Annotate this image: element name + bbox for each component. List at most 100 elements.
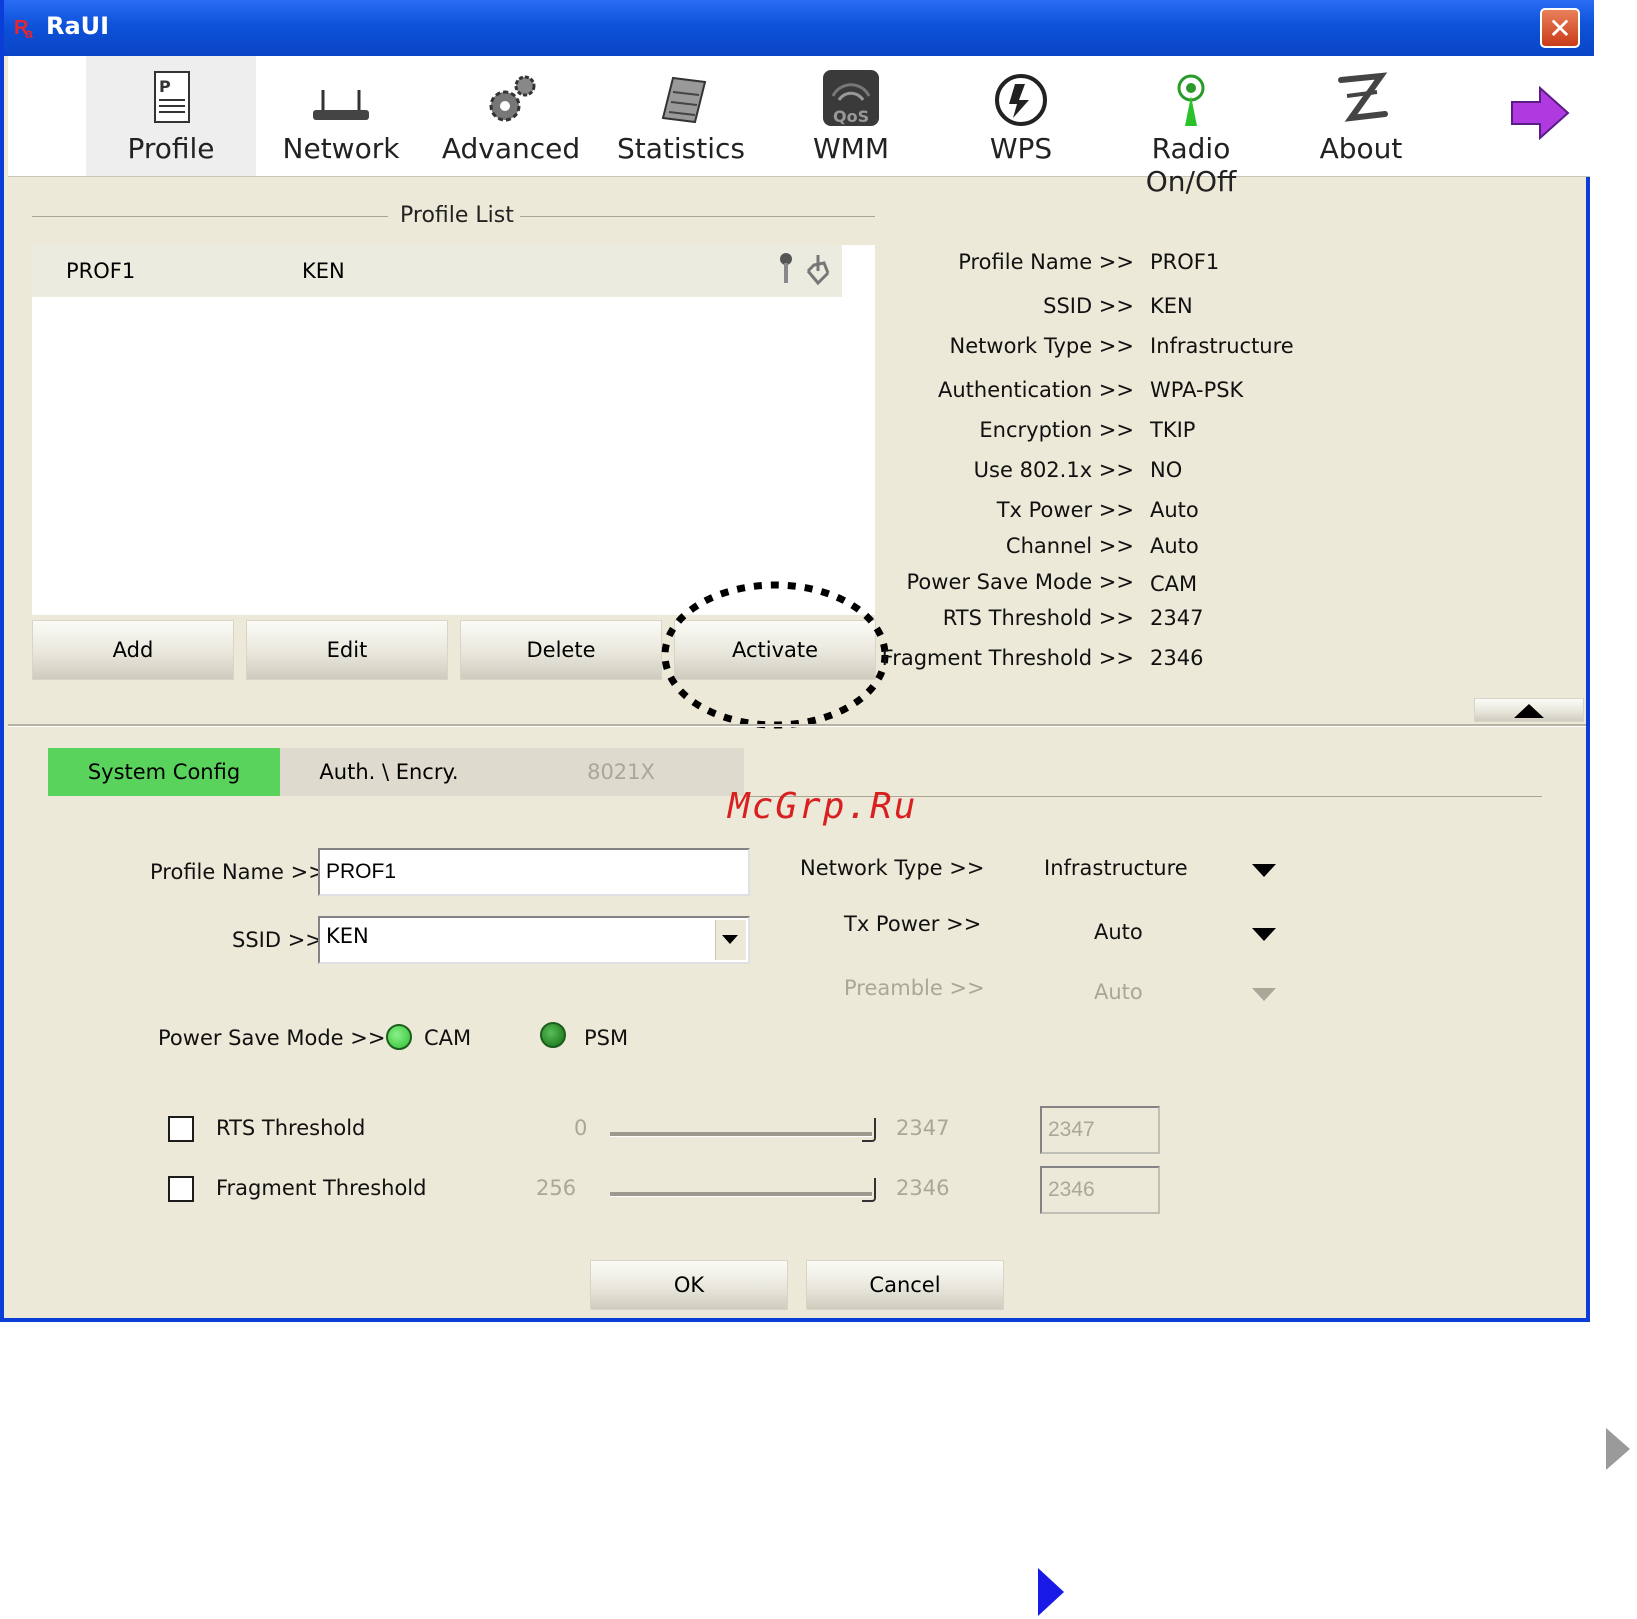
toolbar-network-label: Network — [282, 132, 400, 165]
title-bar: R a RaUI ✕ — [4, 0, 1594, 56]
watermark: McGrp.Ru — [728, 786, 918, 827]
toolbar-profile-label: Profile — [127, 132, 215, 165]
detail-label: Encryption >> — [979, 418, 1134, 442]
preamble-label: Preamble >> — [844, 976, 985, 1000]
ssid-label: SSID >> — [232, 928, 323, 952]
play-arrow-icon[interactable] — [1034, 1566, 1066, 1618]
wmm-qos-icon: QoS — [823, 70, 879, 126]
rts-slider[interactable] — [610, 1132, 872, 1137]
rts-threshold-label: RTS Threshold — [216, 1116, 366, 1140]
key-icon — [780, 253, 792, 283]
ssid-combobox[interactable]: KEN — [318, 916, 750, 964]
detail-label: Authentication >> — [937, 378, 1134, 402]
list-item-profile: PROF1 — [66, 259, 136, 283]
delete-button[interactable]: Delete — [460, 620, 662, 680]
collapse-button[interactable] — [1474, 698, 1584, 722]
toolbar-profile[interactable]: P Profile — [86, 56, 256, 176]
profile-list-rule-left — [32, 216, 388, 217]
toolbar-wmm[interactable]: QoS WMM — [766, 56, 936, 176]
cam-radio[interactable] — [386, 1024, 412, 1050]
svg-text:a: a — [25, 25, 33, 40]
detail-label: Power Save Mode >> — [906, 570, 1134, 594]
preamble-value: Auto — [1094, 980, 1143, 1004]
psm-radio[interactable] — [540, 1022, 566, 1048]
toolbar-radio-on-off[interactable]: Radio On/Off — [1106, 56, 1276, 198]
detail-value: 2347 — [1150, 606, 1204, 630]
section-divider — [8, 724, 1586, 727]
fragment-min-label: 256 — [536, 1176, 577, 1200]
ssid-dropdown-button[interactable] — [715, 920, 746, 960]
detail-label: Tx Power >> — [996, 498, 1134, 522]
profile-name-field[interactable] — [318, 848, 750, 896]
tab-auth-encry[interactable]: Auth. \ Encry. — [280, 748, 498, 796]
app-logo-icon: R a — [14, 17, 33, 40]
about-icon — [1338, 72, 1388, 122]
toolbar-about-label: About — [1319, 132, 1403, 165]
edit-button[interactable]: Edit — [246, 620, 448, 680]
rts-slider-thumb[interactable] — [862, 1118, 876, 1142]
toolbar-network[interactable]: Network — [256, 56, 426, 176]
svg-text:P: P — [159, 77, 171, 96]
detail-value: TKIP — [1150, 418, 1196, 442]
detail-label: Use 802.1x >> — [973, 458, 1134, 482]
detail-value: 2346 — [1150, 646, 1204, 670]
detail-value: CAM — [1150, 572, 1198, 596]
fragment-max-label: 2346 — [896, 1176, 950, 1200]
toolbar-advanced-label: Advanced — [441, 132, 581, 165]
rts-value-field[interactable] — [1040, 1106, 1160, 1154]
fragment-value-field[interactable] — [1040, 1166, 1160, 1214]
detail-value: Infrastructure — [1150, 334, 1294, 358]
wps-icon — [995, 74, 1047, 126]
profile-name-label: Profile Name >> — [150, 860, 326, 884]
preamble-select[interactable]: Auto — [1040, 972, 1280, 1012]
fragment-slider[interactable] — [610, 1192, 872, 1197]
network-icon — [313, 90, 369, 120]
toolbar-radio-label: Radio On/Off — [1145, 132, 1237, 198]
window-title: RaUI — [46, 12, 110, 40]
network-type-label: Network Type >> — [800, 856, 985, 880]
detail-label: SSID >> — [1043, 294, 1134, 318]
main-toolbar: P Profile Network Advanced Statistics Qo… — [8, 56, 1590, 198]
close-button[interactable]: ✕ — [1540, 8, 1580, 48]
tab-8021x[interactable]: 8021X — [498, 748, 744, 796]
highlight-circle — [661, 581, 889, 729]
arrow-right-icon[interactable] — [1510, 84, 1572, 142]
tx-power-select[interactable]: Auto — [1040, 912, 1280, 952]
network-type-select[interactable]: Infrastructure — [1040, 848, 1280, 888]
tx-power-label: Tx Power >> — [844, 912, 982, 936]
ssid-value: KEN — [326, 924, 369, 948]
detail-label: RTS Threshold >> — [942, 606, 1134, 630]
next-page-arrow-icon[interactable] — [1602, 1424, 1634, 1474]
advanced-icon — [489, 75, 536, 122]
fragment-slider-thumb[interactable] — [862, 1178, 876, 1202]
profile-list[interactable]: PROF1 KEN — [32, 245, 875, 615]
tab-system-config[interactable]: System Config — [48, 748, 280, 796]
chevron-up-icon — [1514, 704, 1544, 718]
toolbar-statistics[interactable]: Statistics — [596, 56, 766, 176]
fragment-threshold-label: Fragment Threshold — [216, 1176, 427, 1200]
cancel-button[interactable]: Cancel — [806, 1260, 1004, 1310]
add-button[interactable]: Add — [32, 620, 234, 680]
chevron-down-icon — [1252, 988, 1276, 1001]
psm-label: PSM — [584, 1026, 629, 1050]
list-item[interactable]: PROF1 KEN — [32, 245, 842, 297]
toolbar-statistics-label: Statistics — [617, 132, 745, 165]
detail-value: WPA-PSK — [1150, 378, 1244, 402]
detail-value: PROF1 — [1150, 250, 1220, 274]
ok-button[interactable]: OK — [590, 1260, 788, 1310]
detail-label: Network Type >> — [949, 334, 1134, 358]
detail-label: Channel >> — [1005, 534, 1134, 558]
chevron-down-icon — [1252, 864, 1276, 877]
detail-value: Auto — [1150, 498, 1199, 522]
profile-list-rule-right — [520, 216, 875, 217]
fragment-threshold-checkbox[interactable] — [168, 1176, 194, 1202]
toolbar-advanced[interactable]: Advanced — [426, 56, 596, 176]
svg-text:QoS: QoS — [833, 107, 869, 126]
network-type-value: Infrastructure — [1044, 856, 1188, 880]
profile-list-title: Profile List — [400, 203, 514, 228]
toolbar-about[interactable]: About — [1276, 56, 1446, 176]
toolbar-wmm-label: WMM — [812, 132, 889, 165]
toolbar-wps[interactable]: WPS — [936, 56, 1106, 176]
detail-value: NO — [1150, 458, 1183, 482]
rts-threshold-checkbox[interactable] — [168, 1116, 194, 1142]
